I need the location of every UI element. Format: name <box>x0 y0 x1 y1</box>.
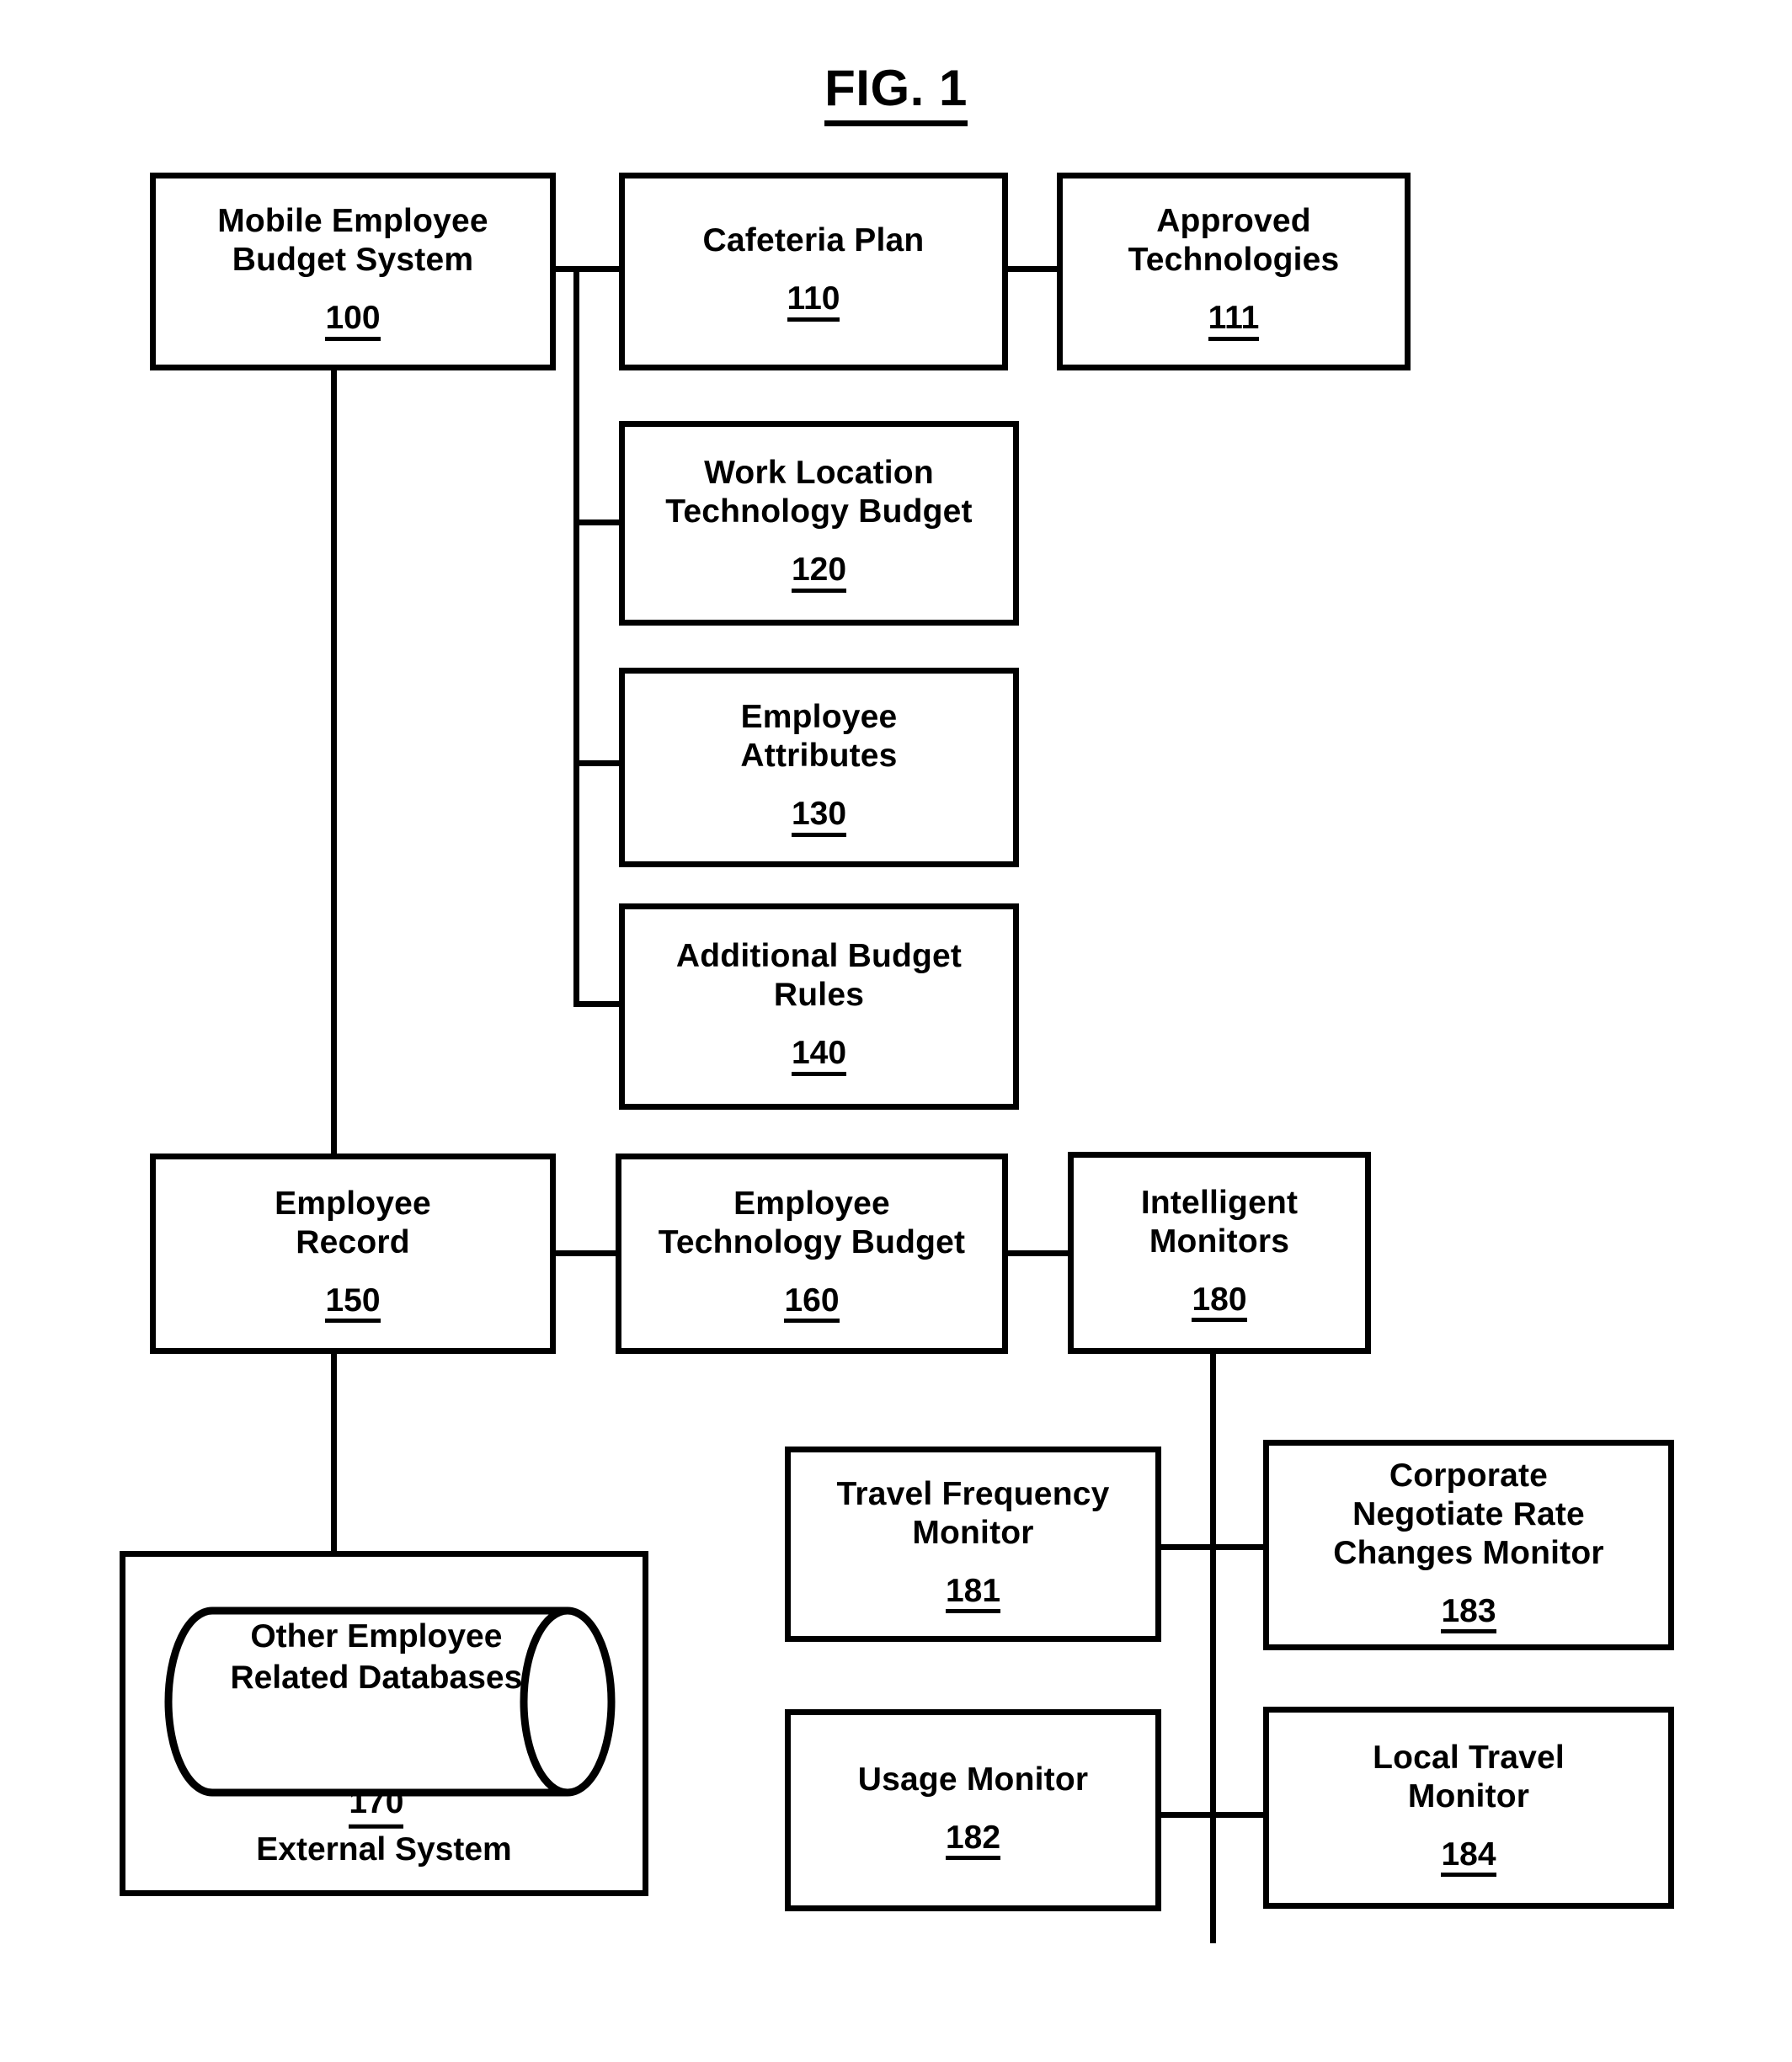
connector-bus-to-140 <box>573 1001 624 1007</box>
node-reference-number: 100 <box>325 301 381 341</box>
node-reference-number: 111 <box>1208 301 1260 341</box>
patent-figure-canvas: FIG. 1 Mobile Employee Budget System 100… <box>0 0 1792 2062</box>
node-reference-number: 170 <box>349 1782 404 1829</box>
node-label: Intelligent Monitors <box>1140 1184 1299 1260</box>
node-local-travel-monitor[interactable]: Local Travel Monitor 184 <box>1263 1707 1674 1909</box>
node-reference-number: 180 <box>1192 1282 1247 1323</box>
connector-100-to-150 <box>331 370 337 1154</box>
connector-160-to-180 <box>1004 1250 1073 1256</box>
node-employee-attributes[interactable]: Employee Attributes 130 <box>619 668 1019 867</box>
node-reference-number: 120 <box>791 552 847 593</box>
node-corporate-negotiate-rate-changes-monitor[interactable]: Corporate Negotiate Rate Changes Monitor… <box>1263 1440 1674 1650</box>
node-cafeteria-plan[interactable]: Cafeteria Plan 110 <box>619 173 1008 370</box>
node-reference-number: 130 <box>791 797 847 837</box>
node-employee-record[interactable]: Employee Record 150 <box>150 1154 556 1354</box>
node-reference-number: 184 <box>1441 1837 1496 1878</box>
node-travel-frequency-monitor[interactable]: Travel Frequency Monitor 181 <box>785 1447 1161 1642</box>
node-reference-number: 183 <box>1441 1594 1496 1634</box>
node-additional-budget-rules[interactable]: Additional Budget Rules 140 <box>619 903 1019 1110</box>
figure-title: FIG. 1 <box>0 59 1792 126</box>
node-label: Employee Technology Budget <box>658 1185 966 1260</box>
node-reference-number: 150 <box>325 1283 381 1324</box>
node-intelligent-monitors[interactable]: Intelligent Monitors 180 <box>1068 1152 1371 1354</box>
connector-bus-to-110 <box>573 266 624 272</box>
database-cylinder-170: Other Employee Related Databases 170 <box>163 1606 616 1829</box>
node-reference-number: 181 <box>945 1574 1001 1614</box>
node-label: Additional Budget Rules <box>675 938 963 1014</box>
node-reference-number: 110 <box>787 281 840 322</box>
node-label: Employee Record <box>275 1185 431 1260</box>
connector-110-to-111 <box>1004 266 1061 272</box>
node-external-system[interactable]: Other Employee Related Databases 170 Ext… <box>120 1551 648 1896</box>
node-reference-number: 182 <box>945 1820 1001 1861</box>
connector-bus-vertical <box>573 266 579 1007</box>
node-label: Local Travel Monitor <box>1373 1739 1565 1814</box>
connector-bus-to-130 <box>573 760 624 766</box>
connector-180-to-monitors-bus <box>1210 1354 1216 1943</box>
node-employee-technology-budget[interactable]: Employee Technology Budget 160 <box>616 1154 1008 1354</box>
node-label: Usage Monitor <box>857 1761 1089 1798</box>
node-label: Travel Frequency Monitor <box>836 1475 1110 1551</box>
node-reference-number: 140 <box>791 1036 847 1076</box>
external-system-caption: External System <box>256 1831 512 1868</box>
node-label: Work Location Technology Budget <box>665 455 973 530</box>
database-cylinder-text: Other Employee Related Databases 170 <box>209 1575 544 1829</box>
connector-150-to-external-system <box>331 1354 337 1551</box>
node-label: Cafeteria Plan <box>702 222 925 259</box>
node-approved-technologies[interactable]: Approved Technologies 111 <box>1057 173 1411 370</box>
node-mobile-employee-budget-system[interactable]: Mobile Employee Budget System 100 <box>150 173 556 370</box>
node-label: Employee Attributes <box>740 699 898 775</box>
node-label: Corporate Negotiate Rate Changes Monitor <box>1333 1457 1604 1571</box>
node-label: Approved Technologies <box>1128 203 1340 279</box>
connector-monitors-bus-lower <box>1160 1812 1267 1818</box>
connector-monitors-bus-upper <box>1160 1544 1267 1550</box>
connector-bus-to-120 <box>573 519 624 525</box>
node-label: Other Employee Related Databases <box>230 1617 523 1696</box>
node-work-location-technology-budget[interactable]: Work Location Technology Budget 120 <box>619 421 1019 626</box>
node-label: Mobile Employee Budget System <box>217 203 488 279</box>
node-reference-number: 160 <box>784 1283 840 1324</box>
node-usage-monitor[interactable]: Usage Monitor 182 <box>785 1709 1161 1911</box>
figure-title-text: FIG. 1 <box>824 59 968 126</box>
connector-150-to-160 <box>552 1250 621 1256</box>
